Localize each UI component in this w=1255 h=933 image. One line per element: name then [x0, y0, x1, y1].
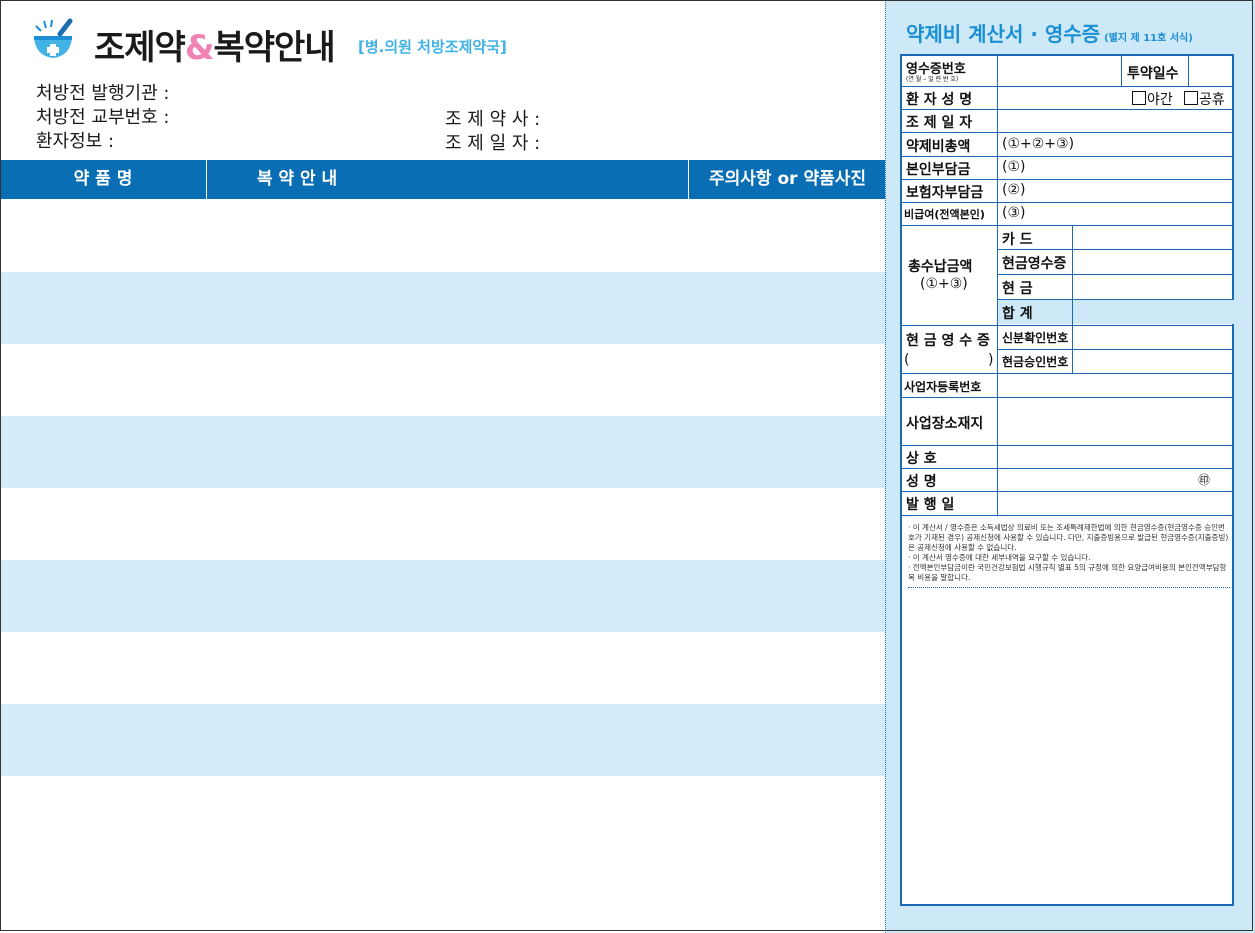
page-border — [0, 0, 1253, 931]
